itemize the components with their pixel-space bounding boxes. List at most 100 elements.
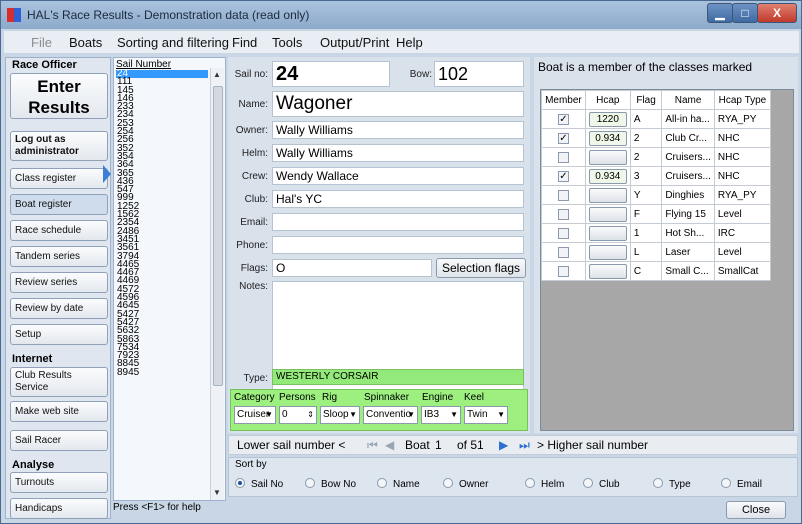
flags-field[interactable]: O	[272, 259, 432, 277]
sort-radio-sail-no[interactable]: Sail No	[235, 478, 283, 490]
class-row[interactable]: Y Dinghies RYA_PY	[541, 185, 772, 205]
email-field[interactable]	[272, 213, 524, 231]
member-checkbox[interactable]	[557, 265, 569, 277]
member-checkbox[interactable]	[557, 151, 569, 163]
first-record-icon[interactable]: ⏮	[367, 438, 378, 453]
scroll-thumb[interactable]	[213, 86, 223, 386]
boat-register-button[interactable]: Boat register	[10, 194, 108, 215]
scroll-up-icon[interactable]: ▲	[213, 70, 221, 79]
hcap-button[interactable]	[588, 263, 627, 279]
member-checkbox[interactable]	[557, 189, 569, 201]
turnouts-button[interactable]: Turnouts	[10, 472, 108, 493]
class-row[interactable]: ✓ 0.934 2 Club Cr... NHC	[541, 128, 772, 148]
hcap-button[interactable]: 0.934	[588, 130, 627, 146]
col-hcap-type[interactable]: Hcap Type	[713, 90, 772, 110]
class-row[interactable]: F Flying 15 Level	[541, 204, 772, 224]
owner-field[interactable]: Wally Williams	[272, 121, 524, 139]
menu-output-print[interactable]: Output/Print	[320, 35, 389, 50]
member-checkbox[interactable]	[557, 208, 569, 220]
category-select[interactable]: Cruiser ▼	[234, 406, 276, 424]
persons-stepper[interactable]: 0 ⇕	[279, 406, 317, 424]
logout-button[interactable]: Log out as administrator	[10, 131, 108, 161]
stepper-icon[interactable]: ⇕	[307, 407, 314, 423]
hcap-button[interactable]	[588, 225, 627, 241]
prev-record-icon[interactable]: ◀	[385, 438, 394, 452]
name-field[interactable]: Wagoner	[272, 91, 524, 117]
hcap-button[interactable]	[588, 244, 627, 260]
sail-no-field[interactable]: 24	[272, 61, 390, 87]
radio-icon[interactable]	[721, 478, 731, 488]
bow-no-field[interactable]: 102	[434, 61, 524, 87]
sort-radio-club[interactable]: Club	[583, 478, 620, 490]
class-row[interactable]: C Small C... SmallCat	[541, 261, 772, 281]
hcap-button[interactable]	[588, 149, 627, 165]
maximize-button[interactable]: □	[732, 3, 758, 23]
sail-number-list[interactable]: 24 111 145 146 233 234 253 254 256 352 354 364 365 43…	[116, 68, 208, 377]
type-field[interactable]: WESTERLY CORSAIR	[272, 369, 524, 385]
class-row[interactable]: L Laser Level	[541, 242, 772, 262]
radio-icon[interactable]	[525, 478, 535, 488]
radio-icon[interactable]	[377, 478, 387, 488]
review-by-date-button[interactable]: Review by date	[10, 298, 108, 319]
class-register-button[interactable]: Class register	[10, 168, 108, 189]
phone-field[interactable]	[272, 236, 524, 254]
col-name[interactable]: Name	[661, 90, 715, 110]
close-button[interactable]: Close	[726, 501, 786, 519]
hcap-button[interactable]: 1220	[588, 111, 627, 127]
sail-racer-button[interactable]: Sail Racer	[10, 430, 108, 451]
crew-field[interactable]: Wendy Wallace	[272, 167, 524, 185]
member-checkbox[interactable]	[557, 246, 569, 258]
radio-icon[interactable]	[443, 478, 453, 488]
member-checkbox[interactable]: ✓	[557, 132, 569, 144]
sort-radio-name[interactable]: Name	[377, 478, 420, 490]
col-hcap[interactable]: Hcap	[584, 90, 631, 110]
radio-icon[interactable]	[305, 478, 315, 488]
sail-list-item[interactable]: 8945	[116, 367, 208, 377]
spinnaker-select[interactable]: Conventio ▼	[363, 406, 418, 424]
sort-radio-helm[interactable]: Helm	[525, 478, 564, 490]
enter-results-button[interactable]: Enter Results	[10, 73, 108, 119]
make-web-site-button[interactable]: Make web site	[10, 401, 108, 422]
member-checkbox[interactable]: ✓	[557, 113, 569, 125]
hcap-button[interactable]: 0.934	[588, 168, 627, 184]
class-row[interactable]: ✓ 1220 A All-in ha... RYA_PY	[541, 109, 772, 129]
setup-button[interactable]: Setup	[10, 324, 108, 345]
last-record-icon[interactable]: ⏭	[519, 438, 530, 453]
class-row[interactable]: 1 Hot Sh... IRC	[541, 223, 772, 243]
review-series-button[interactable]: Review series	[10, 272, 108, 293]
class-row[interactable]: 2 Cruisers... NHC	[541, 147, 772, 167]
hcap-button[interactable]	[588, 187, 627, 203]
menu-find[interactable]: Find	[232, 35, 257, 50]
current-record[interactable]: 1	[435, 438, 442, 452]
class-row[interactable]: ✓ 0.934 3 Cruisers... NHC	[541, 166, 772, 186]
rig-select[interactable]: Sloop ▼	[320, 406, 360, 424]
member-checkbox[interactable]	[557, 227, 569, 239]
menu-tools[interactable]: Tools	[272, 35, 302, 50]
radio-icon[interactable]	[653, 478, 663, 488]
keel-select[interactable]: Twin ▼	[464, 406, 508, 424]
race-schedule-button[interactable]: Race schedule	[10, 220, 108, 241]
club-results-service-button[interactable]: Club Results Service	[10, 367, 108, 397]
col-member[interactable]: Member	[541, 90, 586, 110]
menu-sorting-filtering[interactable]: Sorting and filtering	[117, 35, 229, 50]
radio-icon[interactable]	[235, 478, 245, 488]
minimize-button[interactable]: ▁	[707, 3, 733, 23]
club-field[interactable]: Hal's YC	[272, 190, 524, 208]
selection-flags-button[interactable]: Selection flags	[436, 258, 526, 278]
menu-file[interactable]: File	[31, 35, 52, 50]
sort-radio-bow-no[interactable]: Bow No	[305, 478, 356, 490]
close-window-button[interactable]: X	[757, 3, 797, 23]
sort-radio-owner[interactable]: Owner	[443, 478, 488, 490]
member-checkbox[interactable]: ✓	[557, 170, 569, 182]
engine-select[interactable]: IB3 ▼	[421, 406, 461, 424]
hcap-button[interactable]	[588, 206, 627, 222]
radio-icon[interactable]	[583, 478, 593, 488]
next-record-icon[interactable]: ▶	[499, 438, 508, 452]
handicaps-button[interactable]: Handicaps	[10, 498, 108, 519]
sort-radio-email[interactable]: Email	[721, 478, 762, 490]
menu-help[interactable]: Help	[396, 35, 423, 50]
sort-radio-type[interactable]: Type	[653, 478, 691, 490]
sail-list-scrollbar[interactable]: ▲ ▼	[210, 68, 224, 500]
tandem-series-button[interactable]: Tandem series	[10, 246, 108, 267]
scroll-down-icon[interactable]: ▼	[213, 488, 221, 497]
